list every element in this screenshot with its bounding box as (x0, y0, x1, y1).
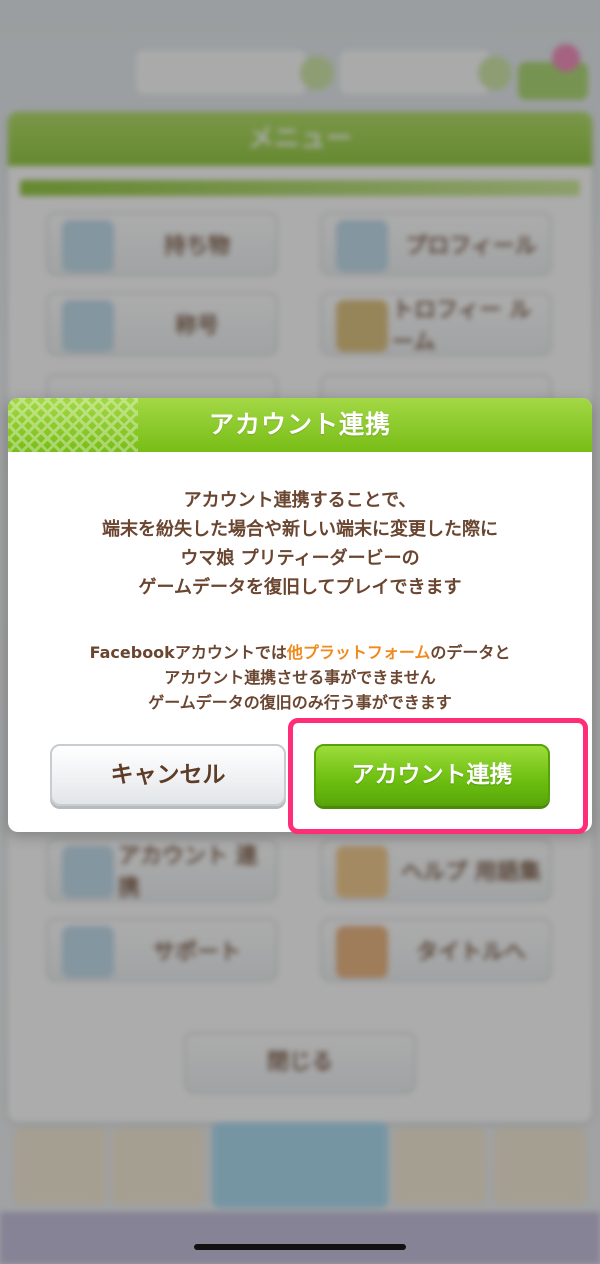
notice-paragraph: Facebookアカウントでは他プラットフォームのデータと アカウント連携させる… (8, 640, 592, 715)
notice-suffix: のデータと (430, 643, 511, 662)
home-indicator (194, 1244, 406, 1250)
notice-prefix: Facebookアカウントでは (89, 643, 287, 662)
description-line: アカウント連携することで、 (183, 490, 417, 511)
description-line: 端末を紛失した場合や新しい端末に変更した際に (102, 519, 498, 540)
annotation-highlight-frame (288, 718, 588, 834)
description-line: ゲームデータを復旧してプレイできます (138, 577, 462, 598)
notice-line: ゲームデータの復旧のみ行う事ができます (148, 693, 452, 712)
notice-highlight: 他プラットフォーム (286, 643, 431, 662)
dialog-header: アカウント連携 (8, 398, 592, 452)
cancel-button[interactable]: キャンセル (50, 744, 286, 806)
notice-line: Facebookアカウントでは他プラットフォームのデータと (8, 640, 592, 665)
dialog-title: アカウント連携 (208, 410, 391, 439)
dialog-body: アカウント連携することで、 端末を紛失した場合や新しい端末に変更した際に ウマ娘… (8, 486, 592, 715)
description-paragraph: アカウント連携することで、 端末を紛失した場合や新しい端末に変更した際に ウマ娘… (8, 486, 592, 602)
description-line: ウマ娘 プリティーダービーの (180, 548, 420, 569)
notice-line: アカウント連携させる事ができません (164, 668, 436, 687)
